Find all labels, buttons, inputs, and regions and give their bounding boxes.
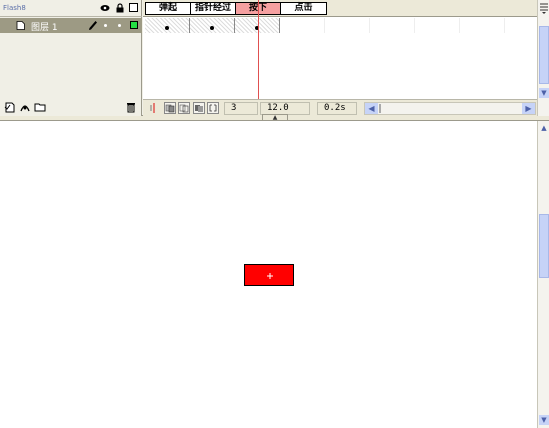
pencil-icon [88,20,98,31]
add-motion-guide-icon[interactable] [19,101,31,113]
keyframe-dot [165,26,169,30]
frames-area: 弹起 指针经过 按下 点击 [143,0,549,124]
stage-scroll-down-arrow[interactable]: ▼ [539,415,549,425]
panel-options-menu-icon[interactable] [539,2,549,14]
add-layer-icon[interactable] [4,101,16,113]
frame-hit[interactable] [280,18,325,33]
current-frame-readout: 3 [224,102,258,115]
timeline-status-bar: 3 12.0 fps 0.2s ◀ ▶ [143,99,537,124]
layer-visibility-toggle[interactable] [104,24,107,27]
modify-onion-markers-button[interactable] [207,102,219,114]
timeline-vertical-scrollbar[interactable]: ▼ [537,0,549,116]
layer-row[interactable]: 图层 1 [0,18,142,33]
layer-header: Flash8 [0,0,142,17]
scene-name: Flash8 [3,4,26,12]
outline-square-icon[interactable] [129,3,138,12]
vertical-scroll-thumb[interactable] [539,26,549,84]
frame-cells [145,18,549,33]
frame-header: 弹起 指针经过 按下 点击 [143,0,537,17]
elapsed-time-readout: 0.2s [317,102,357,115]
onion-skin-button[interactable] [164,102,176,114]
layer-page-icon [16,21,25,30]
registration-point-icon [267,271,273,279]
delete-layer-icon[interactable] [125,101,137,113]
keyframe-dot [210,26,214,30]
layer-name[interactable]: 图层 1 [31,20,58,33]
playhead[interactable] [258,0,259,99]
tab-up[interactable]: 弹起 [146,3,191,14]
tab-over[interactable]: 指针经过 [191,3,236,14]
lock-icon[interactable] [115,3,125,13]
flash-editor-window: Flash8 图层 1 弹起 指针经过 点击 3 12.0 0.2s ◀ ▶ ▼… [0,0,549,428]
layer-footer [0,99,142,116]
scroll-down-arrow[interactable]: ▼ [539,88,549,98]
layer-column: Flash8 图层 1 [0,0,142,116]
horizontal-scroll-thumb[interactable] [379,104,381,113]
frame-empty[interactable] [325,18,370,33]
stage-scroll-thumb[interactable] [539,214,549,278]
frame-empty[interactable] [370,18,415,33]
layer-lock-toggle[interactable] [118,24,121,27]
keyframe-up[interactable] [145,18,190,33]
scroll-right-arrow[interactable]: ▶ [522,103,535,114]
tab-hit[interactable]: 点击 [281,3,326,14]
stage-canvas[interactable]: ▲ ▼ [0,120,549,428]
scroll-left-arrow[interactable]: ◀ [365,103,378,114]
onion-skin-outlines-button[interactable] [178,102,190,114]
stage-vertical-scrollbar[interactable]: ▲ ▼ [537,121,549,428]
button-state-tabs: 弹起 指针经过 按下 点击 [145,2,327,15]
keyframe-over[interactable] [190,18,235,33]
timeline-horizontal-scrollbar[interactable]: ◀ ▶ [364,102,536,115]
frame-empty[interactable] [415,18,460,33]
frame-empty[interactable] [460,18,505,33]
stage-scroll-up-arrow[interactable]: ▲ [539,123,549,133]
center-frame-button[interactable] [148,102,160,114]
timeline-panel: Flash8 图层 1 弹起 指针经过 点击 3 12.0 0.2s ◀ ▶ ▼… [0,0,549,124]
eye-icon[interactable] [100,3,110,13]
button-symbol-shape[interactable] [244,264,294,286]
layer-outline-color[interactable] [130,21,138,29]
add-layer-folder-icon[interactable] [34,101,46,113]
edit-multiple-frames-button[interactable] [193,102,205,114]
